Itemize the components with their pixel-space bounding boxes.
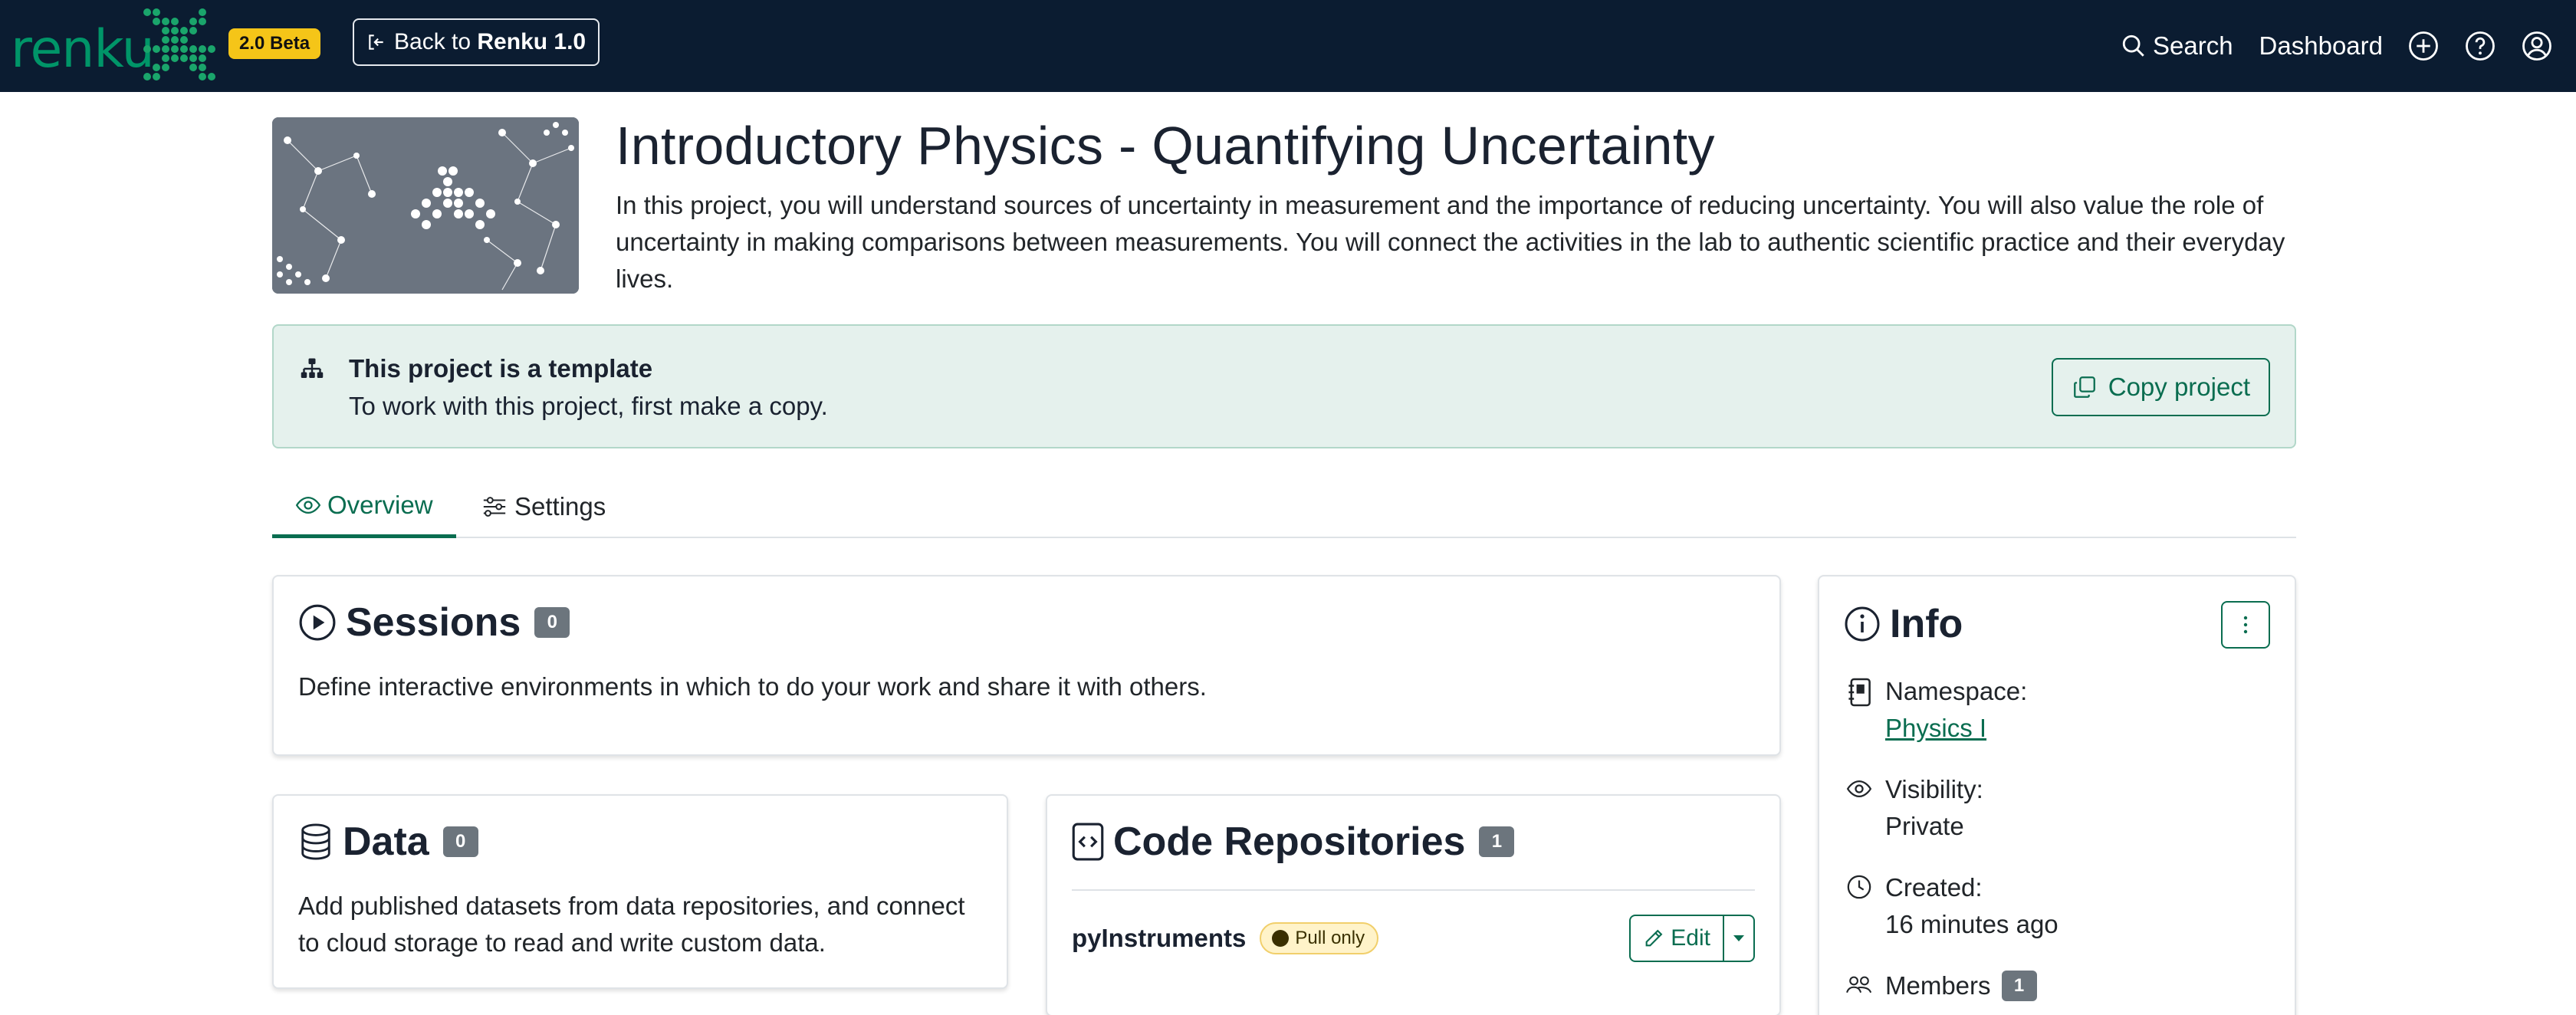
data-description: Add published datasets from data reposit… [298,892,965,957]
created-value: 16 minutes ago [1885,910,2058,938]
diagram-icon [298,355,326,386]
repository-name[interactable]: pyInstruments [1072,924,1246,953]
sliders-icon [483,497,506,517]
alert-text: To work with this project, first make a … [349,392,828,420]
beta-badge: 2.0 Beta [228,28,321,59]
code-repositories-card: Code Repositories 1 pyInstruments Pull o… [1046,794,1781,1015]
back-label-prefix: Back to [394,29,478,54]
visibility-value: Private [1885,812,1964,840]
back-label-target: Renku 1.0 [477,29,586,54]
file-code-icon [1072,823,1104,861]
back-to-renku-1-button[interactable]: Back to Renku 1.0 [353,18,600,66]
project-description: In this project, you will understand sou… [616,191,2285,293]
tab-overview-label: Overview [327,490,433,519]
database-icon [301,823,330,860]
journal-icon [1848,678,1871,707]
members-count-badge: 1 [2001,971,2037,1001]
info-card: Info Namespace: Physics I Visibility: Pr… [1818,575,2296,1015]
navbar-right: Search Dashboard [2095,0,2553,92]
info-visibility: Visibility: Private [1844,771,1983,845]
created-label: Created: [1885,873,1983,902]
renku-logo[interactable]: renku [11,3,215,89]
dashboard-label: Dashboard [2259,31,2383,60]
data-count-badge: 0 [442,826,478,857]
pencil-icon [1645,929,1663,947]
project-pattern-image [272,117,579,294]
play-circle-icon [299,604,336,641]
user-menu-button[interactable] [2521,30,2553,62]
info-options-button[interactable] [2221,601,2270,649]
alert-title: This project is a template [349,354,653,383]
info-namespace: Namespace: Physics I [1844,673,2027,747]
data-card: Data 0 Add published datasets from data … [272,794,1008,989]
copy-icon [2073,376,2095,398]
tab-settings-label: Settings [514,492,606,521]
status-dot-icon [1272,930,1290,947]
repositories-heading: Code Repositories 1 [1072,819,1515,865]
data-heading: Data 0 [298,819,478,865]
sessions-count-badge: 0 [534,607,570,638]
repositories-count-badge: 1 [1479,826,1515,857]
sessions-title: Sessions [346,600,521,645]
visibility-label: Visibility: [1885,775,1983,803]
namespace-label: Namespace: [1885,677,2028,705]
info-heading: Info [1844,601,1963,647]
info-circle-icon [1845,606,1880,642]
sessions-heading: Sessions 0 [298,599,570,645]
pull-only-label: Pull only [1295,928,1365,948]
eye-icon [295,496,321,514]
frog-logo-icon [143,8,215,80]
eye-icon [1846,780,1872,798]
tab-settings[interactable]: Settings [481,475,606,538]
divider [1072,889,1755,891]
page-title: Introductory Physics - Quantifying Uncer… [616,116,1715,176]
question-circle-icon [2466,31,2495,61]
copy-project-label: Copy project [2108,373,2250,401]
dashboard-link[interactable]: Dashboard [2259,31,2383,61]
search-icon [2122,34,2144,57]
tab-overview[interactable]: Overview [272,475,456,538]
caret-down-icon [1733,935,1744,941]
project-tabs: Overview Settings [272,475,2296,538]
copy-project-button[interactable]: Copy project [2051,358,2270,416]
top-navbar: renku 2.0 Beta Back to Renku 1.0 Search … [0,0,2576,92]
people-icon [1846,976,1872,994]
members-label: Members [1885,971,1991,1000]
pull-only-badge: Pull only [1260,922,1379,954]
namespace-link[interactable]: Physics I [1885,710,2027,747]
repository-row: pyInstruments Pull only Edit [1072,915,1755,962]
edit-repository-button[interactable]: Edit [1631,916,1724,961]
edit-label: Edit [1671,925,1710,951]
box-arrow-left-icon [369,34,383,50]
help-button[interactable] [2464,30,2496,62]
template-alert: This project is a template To work with … [272,324,2296,448]
logo-text: renku [11,19,155,80]
sessions-card: Sessions 0 Define interactive environmen… [272,575,1781,756]
info-created: Created: 16 minutes ago [1844,869,2058,943]
user-circle-icon [2522,31,2551,61]
edit-dropdown-toggle[interactable] [1724,916,1753,961]
project-image [272,117,579,294]
repositories-title: Code Repositories [1113,820,1466,864]
create-button[interactable] [2407,30,2440,62]
search-link[interactable]: Search [2121,31,2233,61]
plus-circle-icon [2409,31,2438,61]
search-label: Search [2152,31,2233,60]
three-dots-vertical-icon [2243,616,2248,634]
sessions-description: Define interactive environments in which… [298,672,1207,701]
info-title: Info [1890,602,1963,646]
data-title: Data [343,820,429,864]
clock-icon [1847,875,1871,899]
edit-button-group: Edit [1629,915,1755,962]
info-members: Members 1 [1844,967,2037,1004]
